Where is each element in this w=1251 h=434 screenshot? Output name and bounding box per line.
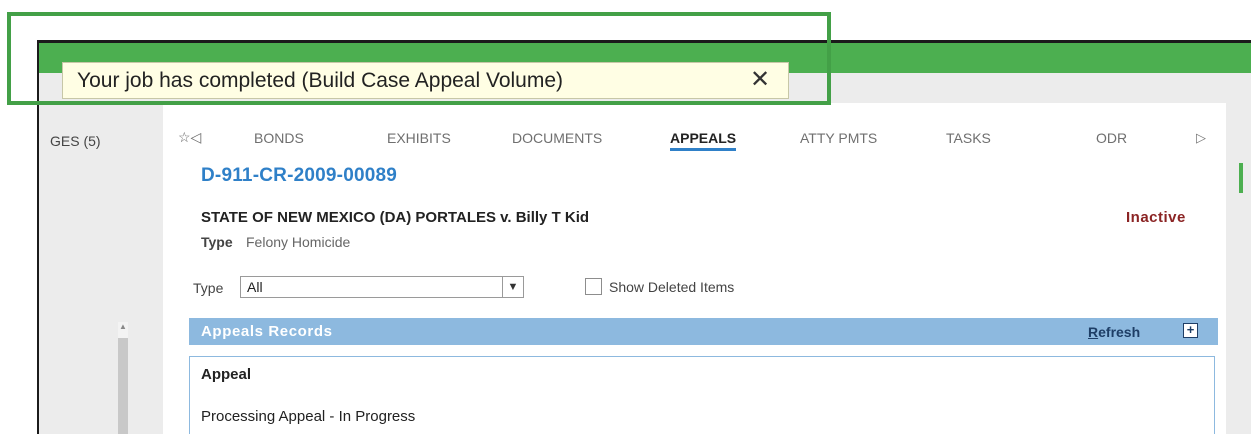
case-type-label: Type xyxy=(201,234,233,250)
tab-exhibits[interactable]: EXHIBITS xyxy=(387,130,451,146)
active-tab-indicator xyxy=(670,148,736,151)
dropdown-arrow-icon[interactable]: ▼ xyxy=(502,277,523,297)
favorite-back-icon[interactable]: ☆◁ xyxy=(178,129,201,146)
tab-bonds[interactable]: BONDS xyxy=(254,130,304,146)
type-filter-label: Type xyxy=(193,280,224,296)
tab-atty-pmts[interactable]: ATTY PMTS xyxy=(800,130,877,146)
type-filter-value: All xyxy=(247,279,263,295)
right-accent-marker xyxy=(1239,163,1243,193)
tab-documents[interactable]: DOCUMENTS xyxy=(512,130,602,146)
case-type-value: Felony Homicide xyxy=(246,234,351,250)
sidebar xyxy=(39,108,163,434)
appeal-record-heading: Appeal xyxy=(201,366,252,383)
add-appeal-icon[interactable]: + xyxy=(1183,323,1198,338)
sidebar-scroll-thumb[interactable] xyxy=(118,338,128,434)
case-number-link[interactable]: D-911-CR-2009-00089 xyxy=(201,165,397,187)
refresh-link[interactable]: Refresh xyxy=(1088,324,1140,340)
tab-appeals[interactable]: APPEALS xyxy=(670,130,736,146)
appeals-records-title: Appeals Records xyxy=(201,323,333,340)
show-deleted-checkbox[interactable] xyxy=(585,278,602,295)
highlight-frame xyxy=(7,12,831,105)
refresh-accesskey: R xyxy=(1088,324,1099,340)
case-title: STATE OF NEW MEXICO (DA) PORTALES v. Bil… xyxy=(201,209,590,226)
tab-odr[interactable]: ODR xyxy=(1096,130,1127,146)
scroll-up-icon[interactable]: ▲ xyxy=(118,322,128,332)
type-filter-select[interactable]: All ▼ xyxy=(240,276,524,298)
sidebar-item-charges[interactable]: GES (5) xyxy=(50,133,101,149)
tab-tasks[interactable]: TASKS xyxy=(946,130,991,146)
appeal-record[interactable]: Appeal Processing Appeal - In Progress xyxy=(189,356,1215,434)
tabs-next-icon[interactable]: ▷ xyxy=(1196,130,1206,146)
appeal-record-status: Processing Appeal - In Progress xyxy=(201,408,416,425)
show-deleted-label[interactable]: Show Deleted Items xyxy=(609,279,734,295)
case-status-badge: Inactive xyxy=(1126,209,1186,226)
refresh-label: efresh xyxy=(1098,324,1141,340)
appeals-records-header: Appeals Records Refresh + xyxy=(189,318,1218,345)
